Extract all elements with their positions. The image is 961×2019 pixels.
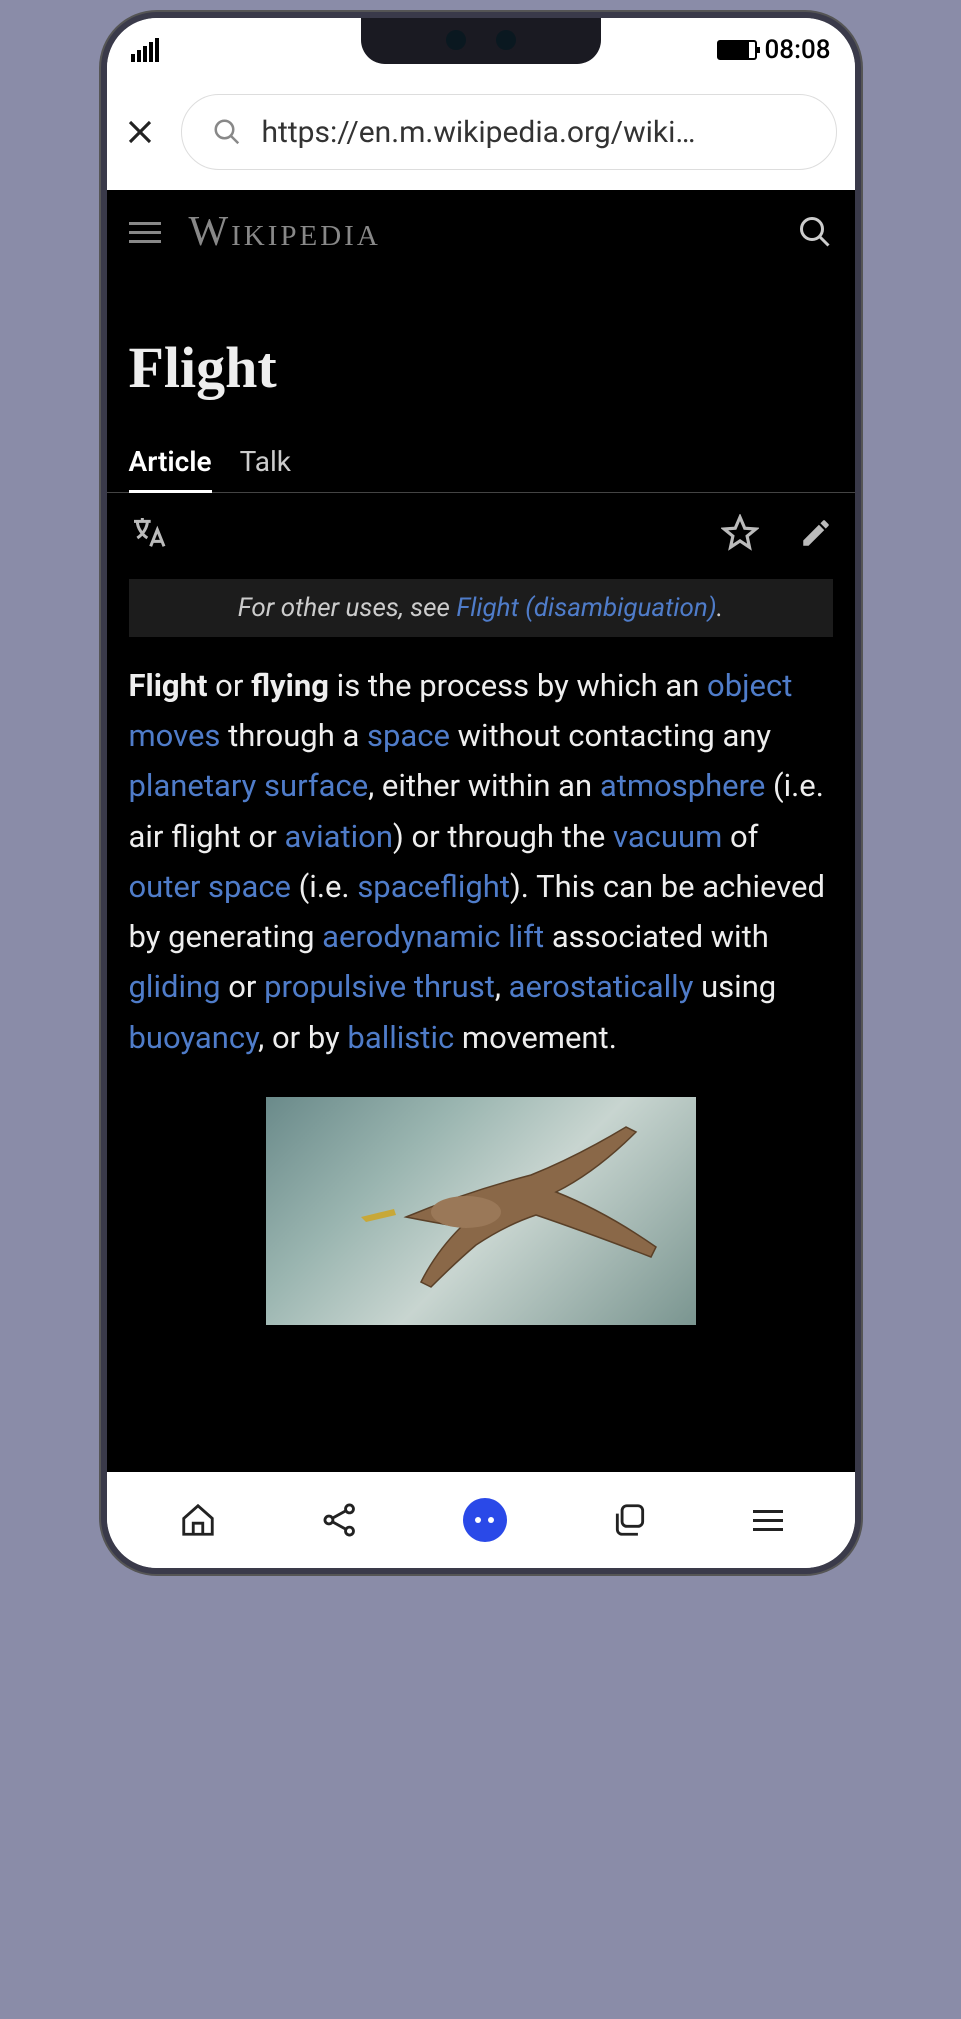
tab-article[interactable]: Article bbox=[129, 437, 212, 493]
disambiguation-note: For other uses, see Flight (disambiguati… bbox=[129, 579, 833, 637]
link-ballistic[interactable]: ballistic bbox=[347, 1019, 454, 1056]
front-camera bbox=[446, 30, 466, 50]
link-space[interactable]: space bbox=[367, 717, 450, 754]
menu-icon bbox=[753, 1510, 783, 1531]
disambig-prefix: For other uses, see bbox=[238, 593, 457, 623]
link-vacuum[interactable]: vacuum bbox=[613, 818, 722, 855]
page-content: Wikipedia Flight Article Talk bbox=[107, 190, 855, 1472]
watch-star-icon[interactable] bbox=[721, 514, 759, 552]
tabs-button[interactable] bbox=[611, 1501, 649, 1539]
share-button[interactable] bbox=[321, 1501, 359, 1539]
language-icon[interactable] bbox=[129, 513, 169, 553]
edit-pencil-icon[interactable] bbox=[799, 516, 833, 550]
disambig-link[interactable]: Flight (disambiguation) bbox=[456, 593, 716, 623]
search-icon bbox=[212, 117, 242, 147]
lead-term-flying: flying bbox=[251, 667, 329, 704]
search-button[interactable] bbox=[797, 214, 833, 250]
browser-bottom-nav bbox=[107, 1472, 855, 1568]
assistant-button[interactable] bbox=[463, 1498, 507, 1542]
phone-frame: 08:08 https://en.m.wikipedia.org/wiki… W… bbox=[101, 12, 861, 1574]
disambig-suffix: . bbox=[717, 593, 724, 623]
browser-url-bar: https://en.m.wikipedia.org/wiki… bbox=[107, 74, 855, 190]
url-text: https://en.m.wikipedia.org/wiki… bbox=[262, 115, 806, 150]
url-input[interactable]: https://en.m.wikipedia.org/wiki… bbox=[181, 94, 837, 170]
lead-term-flight: Flight bbox=[129, 667, 208, 704]
link-atmosphere[interactable]: atmosphere bbox=[600, 767, 765, 804]
link-outer-space[interactable]: outer space bbox=[129, 868, 291, 905]
wiki-header: Wikipedia bbox=[107, 190, 855, 274]
link-aviation[interactable]: aviation bbox=[284, 818, 393, 855]
battery-icon bbox=[717, 40, 757, 60]
close-tab-button[interactable] bbox=[125, 117, 155, 147]
phone-notch bbox=[361, 16, 601, 64]
assistant-face-icon bbox=[475, 1517, 494, 1523]
link-moves[interactable]: moves bbox=[129, 717, 221, 754]
article-lead-image[interactable] bbox=[266, 1097, 696, 1325]
link-planetary-surface[interactable]: planetary surface bbox=[129, 767, 369, 804]
link-buoyancy[interactable]: buoyancy bbox=[129, 1019, 259, 1056]
signal-icon bbox=[131, 38, 159, 62]
link-gliding[interactable]: gliding bbox=[129, 968, 221, 1005]
front-sensor bbox=[496, 30, 516, 50]
home-button[interactable] bbox=[179, 1501, 217, 1539]
wikipedia-logo[interactable]: Wikipedia bbox=[189, 208, 381, 256]
menu-button[interactable] bbox=[753, 1510, 783, 1531]
article-actions bbox=[107, 493, 855, 573]
link-spaceflight[interactable]: spaceflight bbox=[357, 868, 510, 905]
tab-talk[interactable]: Talk bbox=[240, 437, 291, 492]
article-title: Flight bbox=[107, 274, 855, 437]
status-time: 08:08 bbox=[765, 35, 831, 65]
link-propulsive-thrust[interactable]: propulsive thrust bbox=[264, 968, 495, 1005]
link-object[interactable]: object bbox=[707, 667, 792, 704]
menu-icon[interactable] bbox=[129, 222, 161, 243]
article-lead-paragraph: Flight or flying is the process by which… bbox=[107, 661, 855, 1063]
article-tabs: Article Talk bbox=[107, 437, 855, 493]
link-aerostatically[interactable]: aerostatically bbox=[509, 968, 694, 1005]
link-aerodynamic-lift[interactable]: aerodynamic lift bbox=[322, 918, 544, 955]
